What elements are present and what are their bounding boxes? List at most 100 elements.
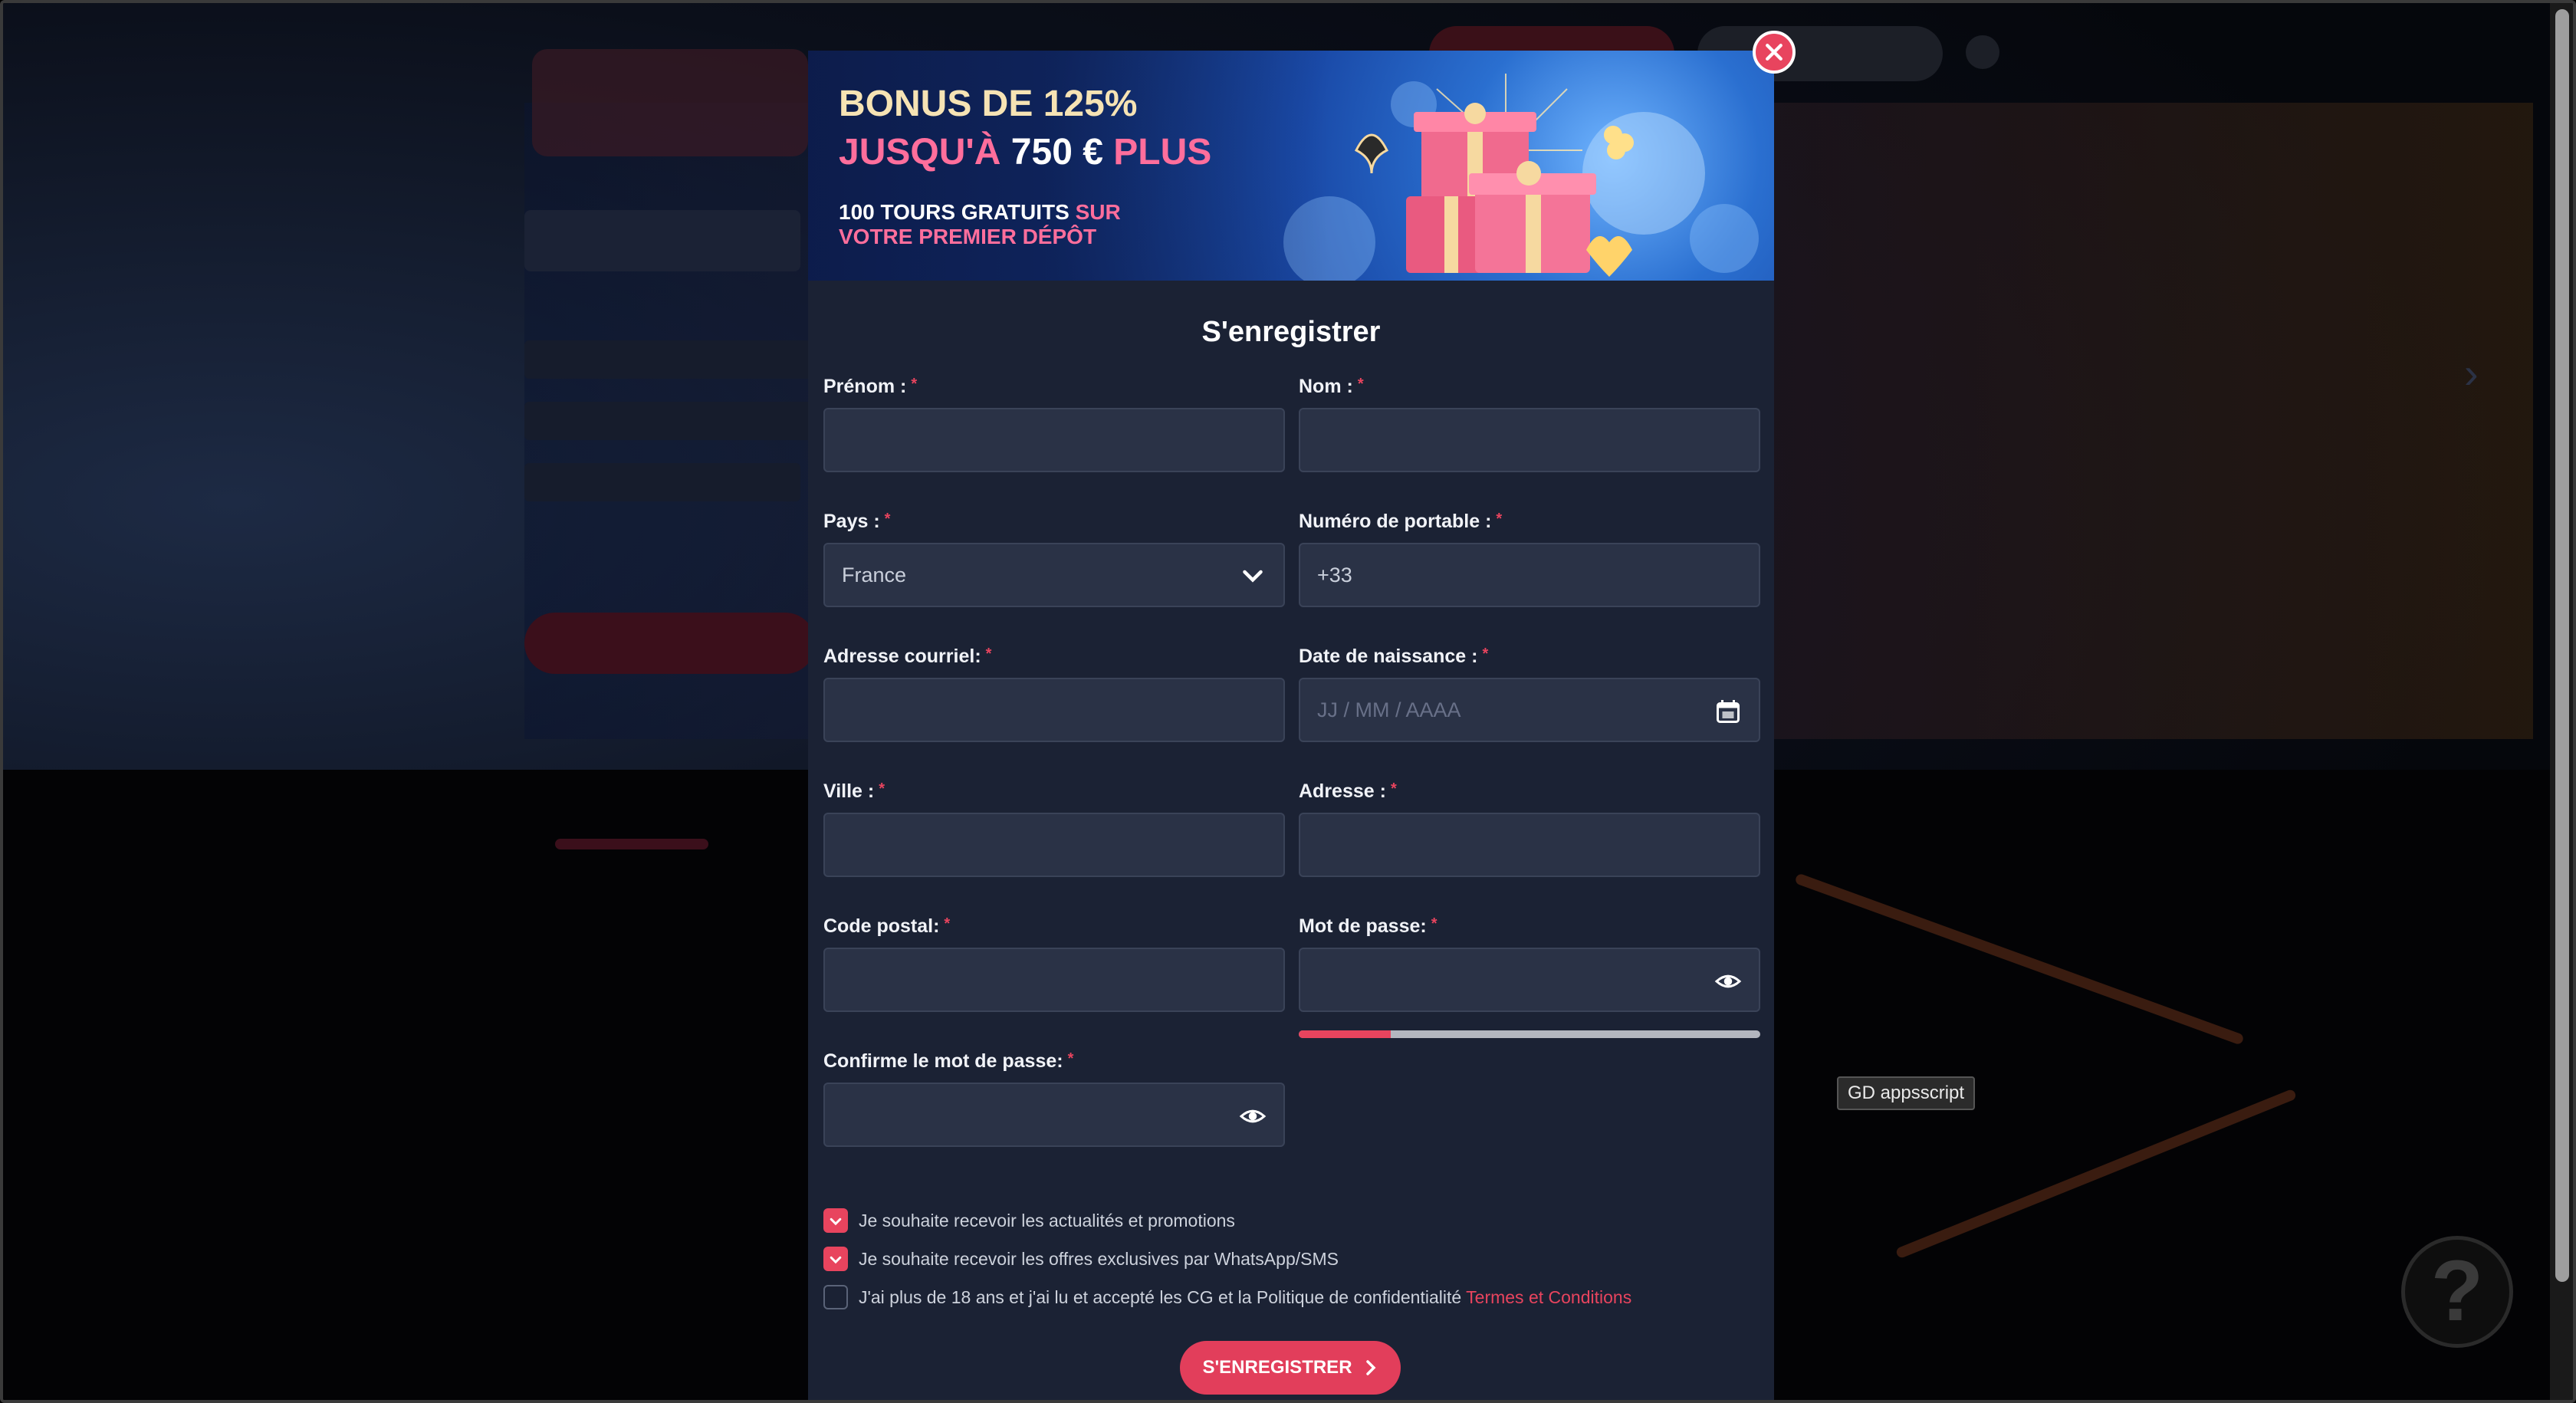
hero-title-placeholder [524, 210, 800, 271]
hero-text-line [524, 463, 800, 501]
banner-prefix: JUSQU'À [839, 132, 1001, 172]
field-code-postal: Code postal: * [823, 915, 1285, 1012]
gift-boxes-illustration [1354, 74, 1634, 277]
field-prenom: Prénom : * [823, 376, 1285, 472]
password-strength-bar [1299, 1030, 1760, 1038]
required-marker: * [985, 646, 992, 662]
browser-frame: › ? GD appsscript BONUS DE 125% JUSQU'À … [0, 0, 2576, 1403]
confirm-password-label: Confirme le mot de passe: * [823, 1050, 1285, 1081]
password-label: Mot de passe: * [1299, 915, 1760, 946]
field-email: Adresse courriel: * [823, 646, 1285, 742]
banner-free-spins-b: SUR [1075, 200, 1121, 224]
consent-whatsapp-row[interactable]: Je souhaite recevoir les offres exclusiv… [823, 1245, 1339, 1273]
pays-selected-value: France [842, 564, 907, 586]
nom-label: Nom : * [1299, 376, 1760, 406]
hero-text-line [524, 340, 846, 379]
password-label-text: Mot de passe: [1299, 915, 1427, 937]
consent-news-row[interactable]: Je souhaite recevoir les actualités et p… [823, 1207, 1235, 1234]
news-checkbox-label: Je souhaite recevoir les actualités et p… [859, 1210, 1235, 1230]
bonus-banner: BONUS DE 125% JUSQU'À 750 € PLUS 100 TOU… [808, 51, 1774, 281]
ville-input[interactable] [823, 813, 1285, 877]
eye-icon[interactable] [1239, 1102, 1267, 1130]
field-portable: Numéro de portable : * +33 [1299, 511, 1760, 607]
banner-free-spins-a: 100 TOURS GRATUITS [839, 200, 1070, 224]
registration-modal: BONUS DE 125% JUSQU'À 750 € PLUS 100 TOU… [808, 51, 1774, 1400]
register-submit-button[interactable]: S'ENREGISTRER [1180, 1341, 1401, 1395]
chevron-down-icon [1243, 570, 1263, 583]
checkmark-icon [830, 1217, 842, 1226]
password-strength-fill [1299, 1030, 1392, 1038]
required-marker: * [1431, 915, 1438, 932]
email-label: Adresse courriel: * [823, 646, 1285, 676]
ville-label: Ville : * [823, 780, 1285, 811]
site-logo [532, 49, 808, 156]
email-input[interactable] [823, 678, 1285, 742]
chevron-right-icon [1365, 1360, 1376, 1375]
confirm-password-input[interactable] [823, 1083, 1285, 1147]
code-postal-input[interactable] [823, 948, 1285, 1012]
code-postal-label: Code postal: * [823, 915, 1285, 946]
field-naissance: Date de naissance : * JJ / MM / AAAA [1299, 646, 1760, 742]
register-button-label: S'ENREGISTRER [1202, 1357, 1352, 1378]
adresse-input[interactable] [1299, 813, 1760, 877]
required-marker: * [1067, 1050, 1074, 1067]
prenom-label: Prénom : * [823, 376, 1285, 406]
field-adresse: Adresse : * [1299, 780, 1760, 877]
age-terms-label: J'ai plus de 18 ans et j'ai lu et accept… [859, 1286, 1462, 1307]
required-marker: * [1390, 780, 1397, 797]
nom-input[interactable] [1299, 408, 1760, 472]
field-nom: Nom : * [1299, 376, 1760, 472]
whatsapp-checkbox-label: Je souhaite recevoir les offres exclusiv… [859, 1248, 1339, 1269]
consent-age-row[interactable]: J'ai plus de 18 ans et j'ai lu et accept… [823, 1283, 1631, 1311]
whatsapp-checkbox[interactable] [823, 1247, 848, 1271]
age-terms-checkbox[interactable] [823, 1285, 848, 1309]
banner-headline: BONUS DE 125% [839, 84, 1138, 124]
field-confirm-password: Confirme le mot de passe: * [823, 1050, 1285, 1147]
bokeh-light [1690, 204, 1759, 273]
calendar-icon[interactable] [1714, 698, 1742, 725]
close-modal-button[interactable] [1753, 31, 1796, 74]
required-marker: * [879, 780, 886, 797]
naissance-label-text: Date de naissance : [1299, 646, 1478, 667]
banner-free-spins-c: VOTRE PREMIER DÉPÔT [839, 225, 1097, 248]
banner-subheadline: JUSQU'À 750 € PLUS [839, 131, 1211, 173]
required-marker: * [1496, 511, 1503, 527]
hero-cta-button [524, 613, 816, 674]
page-scrollbar[interactable] [2550, 3, 2573, 1400]
field-ville: Ville : * [823, 780, 1285, 877]
confirm-password-label-text: Confirme le mot de passe: [823, 1050, 1063, 1072]
category-tab-indicator [555, 839, 708, 849]
eye-icon[interactable] [1714, 968, 1742, 995]
banner-free-spins: 100 TOURS GRATUITS SUR VOTRE PREMIER DÉP… [839, 200, 1121, 249]
birthdate-placeholder: JJ / MM / AAAA [1317, 698, 1461, 721]
code-postal-label-text: Code postal: [823, 915, 940, 937]
portable-label-text: Numéro de portable : [1299, 511, 1492, 532]
adresse-label: Adresse : * [1299, 780, 1760, 811]
portable-label: Numéro de portable : * [1299, 511, 1760, 541]
prenom-input[interactable] [823, 408, 1285, 472]
required-marker: * [884, 511, 891, 527]
banner-amount: 750 € [1010, 132, 1103, 172]
terms-link[interactable]: Termes et Conditions [1466, 1287, 1631, 1308]
ville-label-text: Ville : [823, 780, 875, 802]
banner-suffix: PLUS [1113, 132, 1212, 172]
nom-label-text: Nom : [1299, 376, 1353, 397]
hero-next-arrow-icon: › [2464, 349, 2479, 397]
news-checkbox[interactable] [823, 1208, 848, 1233]
portable-input[interactable]: +33 [1299, 543, 1760, 607]
naissance-label: Date de naissance : * [1299, 646, 1760, 676]
header-language-icon [1966, 35, 1999, 69]
required-marker: * [1357, 376, 1364, 393]
required-marker: * [944, 915, 951, 932]
scrollbar-thumb[interactable] [2555, 9, 2569, 1282]
pays-label: Pays : * [823, 511, 1285, 541]
required-marker: * [911, 376, 918, 393]
form-title: S'enregistrer [1201, 316, 1381, 348]
required-marker: * [1482, 646, 1489, 662]
password-input[interactable] [1299, 948, 1760, 1012]
birthdate-input[interactable]: JJ / MM / AAAA [1299, 678, 1760, 742]
field-password: Mot de passe: * [1299, 915, 1760, 1038]
pays-select[interactable]: France [823, 543, 1285, 607]
pays-label-text: Pays : [823, 511, 880, 532]
email-label-text: Adresse courriel: [823, 646, 981, 667]
